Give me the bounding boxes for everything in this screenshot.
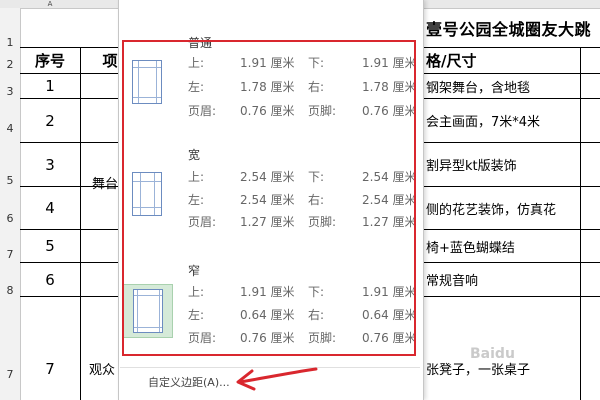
seq-cell[interactable]: 2 <box>20 99 80 142</box>
column-header-a[interactable]: A <box>20 0 80 8</box>
desc-cell[interactable]: 会主画面，7米*4米 <box>422 99 580 142</box>
grid-line <box>580 47 581 400</box>
row-header[interactable]: 8 <box>0 284 20 297</box>
header-item-cell[interactable]: 项 <box>100 48 120 73</box>
custom-margins-hotkey: (A)... <box>203 376 230 389</box>
seq-cell[interactable]: 3 <box>20 143 80 186</box>
seq-cell[interactable]: 7 <box>20 297 80 400</box>
row-header[interactable]: 2 <box>0 58 20 71</box>
row-header[interactable]: 6 <box>0 212 20 225</box>
sheet-title[interactable]: 壹号公园全城圈友大跳 <box>422 14 600 42</box>
watermark: Baidu <box>470 346 515 362</box>
seq-cell[interactable]: 4 <box>20 187 80 229</box>
row-header[interactable]: 7 <box>0 368 20 381</box>
row-header[interactable]: 3 <box>0 85 20 98</box>
custom-margins-label: 自定义边距 <box>148 376 203 389</box>
row-header[interactable]: 1 <box>0 36 20 49</box>
group-label-cell[interactable]: 舞台 <box>90 170 120 194</box>
row-header-bar: 1 2 3 4 5 6 7 8 7 <box>0 8 21 400</box>
desc-cell[interactable]: 钢架舞台，含地毯 <box>422 74 580 98</box>
seq-cell[interactable]: 6 <box>20 263 80 296</box>
grid-line <box>80 47 81 400</box>
desc-cell[interactable]: 常规音响 <box>422 263 580 296</box>
seq-cell[interactable]: 5 <box>20 230 80 262</box>
screenshot-canvas: A 1 2 3 4 5 6 7 8 7 序号 项 1 2 3 4 5 6 7 舞… <box>0 0 600 400</box>
header-spec-cell[interactable]: 格/尺寸 <box>422 48 580 73</box>
row-header[interactable]: 5 <box>0 174 20 187</box>
desc-cell[interactable]: 侧的花艺装饰，仿真花 <box>422 187 580 229</box>
seq-cell[interactable]: 1 <box>20 74 80 98</box>
row-header[interactable]: 7 <box>0 248 20 261</box>
custom-margins-menu-item[interactable]: 自定义边距(A)... <box>148 374 230 390</box>
header-seq-cell[interactable]: 序号 <box>20 48 80 73</box>
row-header[interactable]: 4 <box>0 122 20 135</box>
annotation-arrow-icon <box>236 367 318 391</box>
audience-label-cell[interactable]: 观众 <box>84 356 120 380</box>
desc-cell[interactable]: 椅+蓝色蝴蝶结 <box>422 230 580 262</box>
desc-cell[interactable]: 割异型kt版装饰 <box>422 143 580 186</box>
annotation-highlight-box <box>122 40 416 356</box>
